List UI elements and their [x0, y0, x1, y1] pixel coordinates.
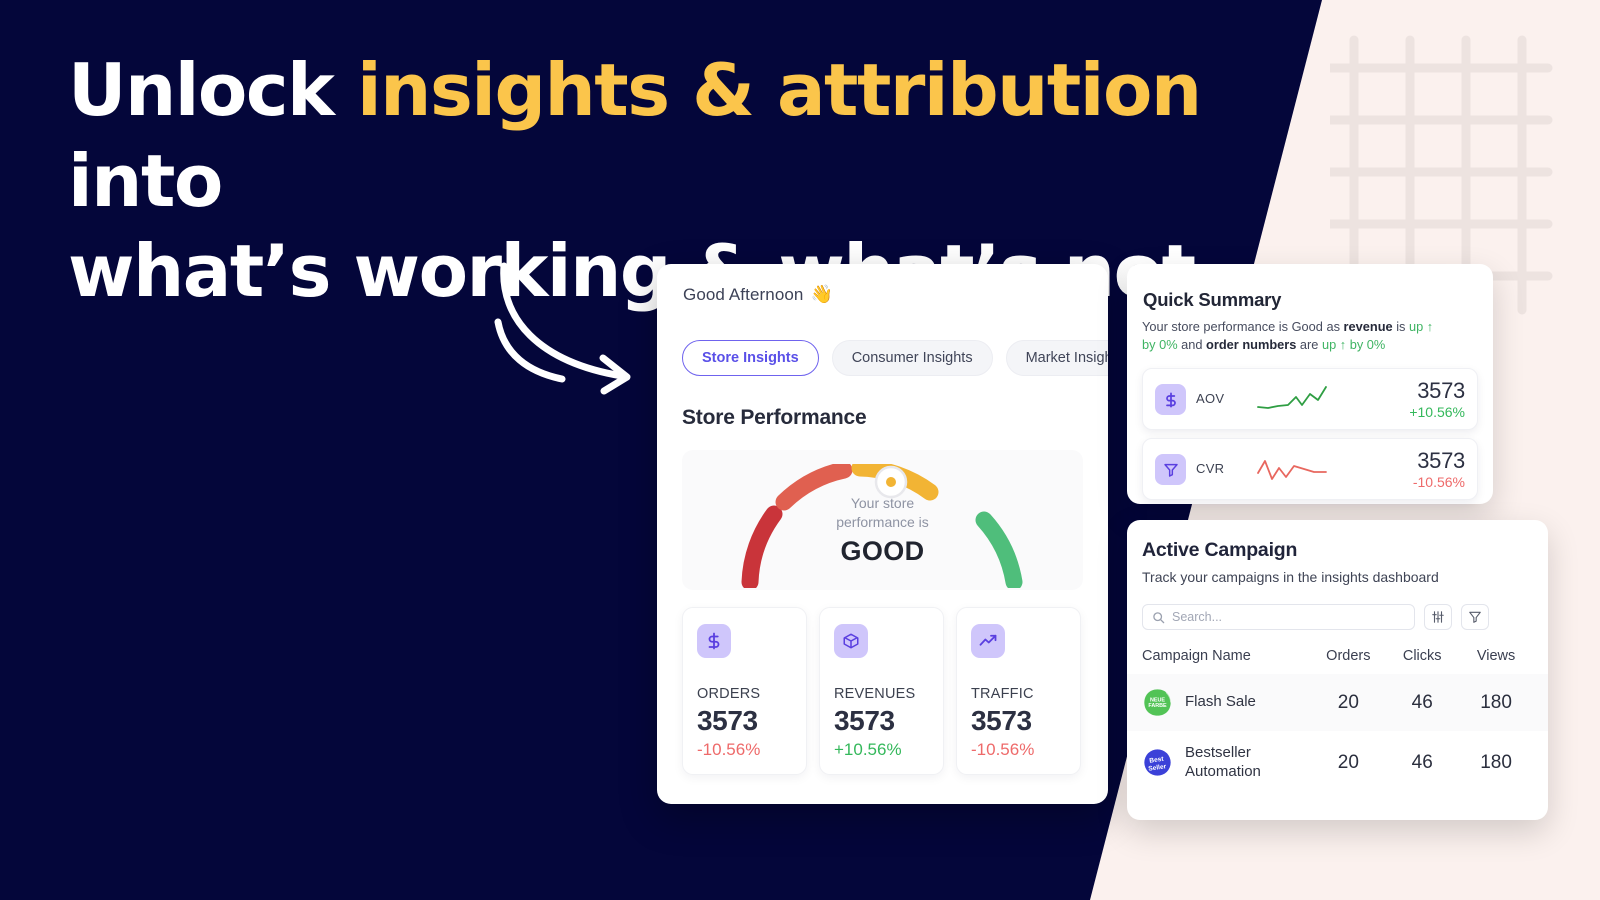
dollar-icon [1155, 384, 1186, 415]
metric-label: REVENUES [834, 686, 916, 702]
metric-value: 3573 [971, 705, 1032, 736]
metric-value: 3573 [834, 705, 895, 736]
campaign-toolbar: Search... [1142, 604, 1489, 630]
sparkline-down [1257, 460, 1327, 480]
campaign-name: Bestseller Automation [1185, 744, 1261, 780]
insights-tabs: Store Insights Consumer Insights Market … [682, 340, 1108, 376]
waving-hand-icon: 👋 [810, 284, 834, 304]
greeting: Good Afternoon 👋 [683, 284, 833, 305]
greeting-text: Good Afternoon [683, 284, 804, 304]
column-header-clicks: Clicks [1402, 648, 1442, 664]
store-performance-gauge-panel: Your store performance is GOOD [682, 450, 1083, 590]
row-label: CVR [1196, 461, 1225, 476]
search-input[interactable]: Search... [1142, 604, 1415, 630]
metric-card-revenues[interactable]: REVENUES 3573 +10.56% [819, 607, 944, 775]
metric-delta: +10.56% [834, 740, 902, 759]
curved-arrow-decoration [494, 262, 631, 395]
best-seller-badge: Best Seller [1144, 749, 1171, 776]
neue-farbe-badge: NEUE FARBE [1144, 689, 1172, 716]
headline-text-2: into [68, 138, 223, 223]
tab-consumer-insights[interactable]: Consumer Insights [831, 340, 993, 376]
qs-part-3: and [1177, 336, 1207, 352]
table-header-row: Campaign Name Orders Clicks Views [1127, 648, 1548, 674]
quick-summary-row-cvr[interactable]: CVR 3573 -10.56% [1142, 438, 1478, 500]
section-title-store-performance: Store Performance [682, 406, 867, 429]
search-placeholder: Search... [1172, 610, 1223, 624]
table-row[interactable]: Best Seller Bestseller Automation 20 46 … [1127, 731, 1548, 795]
row-value: 3573 [1417, 378, 1465, 403]
qs-part-1: Your store performance is Good as [1142, 319, 1344, 334]
campaign-orders: 20 [1337, 691, 1359, 713]
quick-summary-row-aov[interactable]: AOV 3573 +10.56% [1142, 368, 1478, 430]
funnel-icon [1155, 454, 1186, 485]
campaign-views: 180 [1480, 751, 1512, 773]
qs-part-4: are [1296, 336, 1322, 352]
qs-bold-revenue: revenue [1343, 319, 1393, 334]
sliders-icon[interactable] [1424, 604, 1452, 630]
campaign-table: Campaign Name Orders Clicks Views NEUE F… [1127, 648, 1548, 795]
sparkline-up [1257, 386, 1327, 409]
row-value: 3573 [1417, 448, 1465, 473]
search-icon [1153, 611, 1165, 623]
gauge-caption-line-2: performance is [836, 513, 929, 530]
tab-store-insights[interactable]: Store Insights [682, 340, 819, 376]
campaign-name: Flash Sale [1185, 693, 1256, 711]
qs-green-2: up ↑ by 0% [1321, 336, 1386, 352]
quick-summary-title: Quick Summary [1143, 289, 1282, 310]
headline-highlight: insights & attribution [357, 48, 1202, 132]
metric-label: TRAFFIC [971, 686, 1034, 702]
active-campaign-subtitle: Track your campaigns in the insights das… [1142, 569, 1439, 585]
metric-value: 3573 [697, 705, 758, 736]
quick-summary-sentence: Your store performance is Good as revenu… [1142, 318, 1442, 353]
dollar-icon [697, 624, 731, 658]
campaign-views: 180 [1480, 691, 1512, 713]
row-label: AOV [1196, 391, 1225, 406]
qs-bold-orders: order numbers [1206, 336, 1297, 352]
metric-delta: -10.56% [697, 740, 761, 759]
campaign-clicks: 46 [1411, 691, 1433, 713]
quick-summary-card: Quick Summary Your store performance is … [1127, 264, 1493, 504]
filter-icon[interactable] [1461, 604, 1489, 630]
store-insights-dashboard-card: Good Afternoon 👋 Store Insights Consumer… [657, 264, 1108, 804]
active-campaign-card: Active Campaign Track your campaigns in … [1127, 520, 1548, 820]
column-header-orders: Orders [1326, 648, 1371, 664]
gauge-value: GOOD [840, 536, 925, 566]
campaign-orders: 20 [1337, 751, 1359, 773]
metric-label: ORDERS [697, 686, 761, 702]
headline-text-1: Unlock [68, 48, 357, 132]
gauge-caption: Your store performance is [682, 494, 1083, 532]
table-row[interactable]: NEUE FARBE Flash Sale 20 46 180 [1127, 674, 1548, 731]
campaign-clicks: 46 [1411, 751, 1433, 773]
metric-card-traffic[interactable]: TRAFFIC 3573 -10.56% [956, 607, 1081, 775]
trending-up-icon [971, 624, 1005, 658]
metric-card-orders[interactable]: ORDERS 3573 -10.56% [682, 607, 807, 775]
row-delta: -10.56% [1412, 474, 1465, 490]
row-delta: +10.56% [1409, 404, 1465, 420]
metric-card-list: ORDERS 3573 -10.56% REVENUES 3573 +10.56… [682, 607, 1081, 775]
metric-delta: -10.56% [971, 740, 1035, 759]
active-campaign-title: Active Campaign [1142, 539, 1298, 561]
column-header-campaign-name: Campaign Name [1142, 648, 1251, 664]
gauge-caption-line-1: Your store [850, 495, 915, 511]
qs-part-2: is [1392, 319, 1409, 334]
box-icon [834, 624, 868, 658]
gauge-needle-center [886, 477, 896, 487]
svg-text:FARBE: FARBE [1148, 703, 1167, 709]
column-header-views: Views [1476, 648, 1516, 664]
tab-market-insights[interactable]: Market Insights [1005, 340, 1108, 376]
